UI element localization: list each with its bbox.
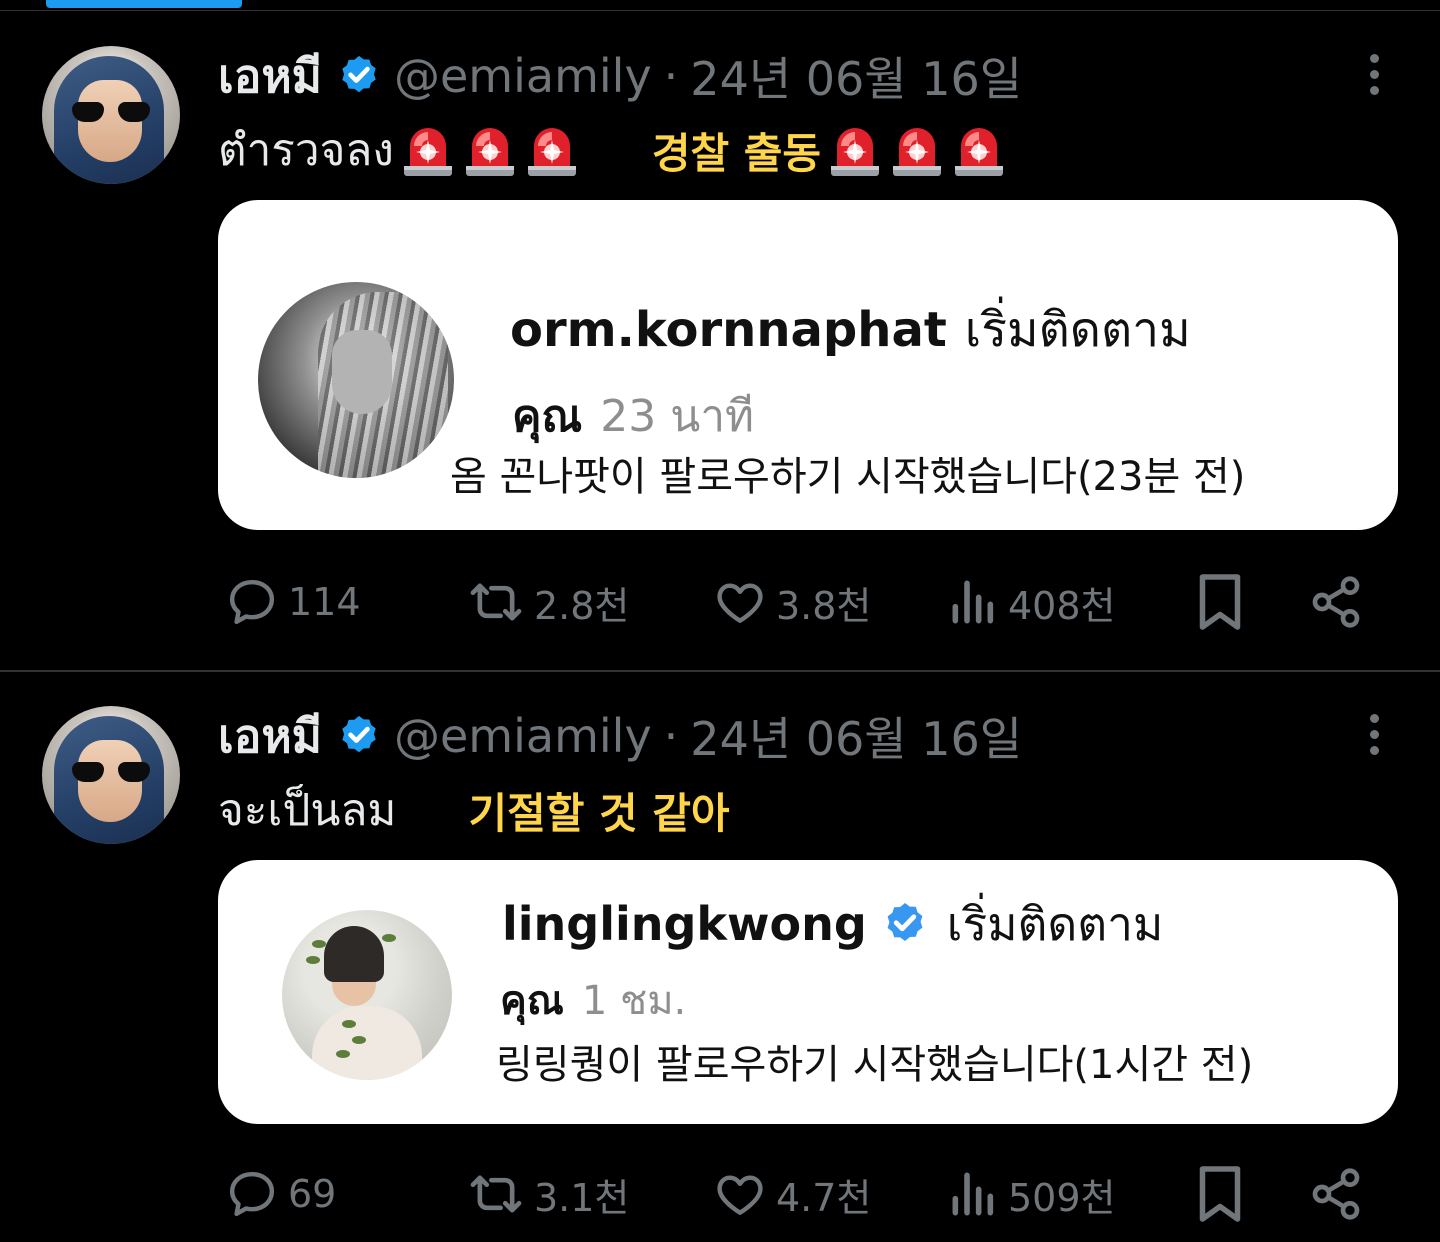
card-korean-caption: 링링퀑이 팔로우하기 시작했습니다(1시간 전): [496, 1042, 1254, 1088]
like-button[interactable]: 4.7천: [712, 1164, 871, 1224]
separator-dot: ·: [663, 709, 679, 763]
views-button[interactable]: 408천: [948, 572, 1116, 632]
avatar[interactable]: [42, 706, 180, 844]
like-count: 3.8천: [776, 583, 872, 628]
like-icon: [717, 583, 763, 623]
siren-emoji-icon: [955, 128, 1004, 176]
views-count: 509천: [1008, 1175, 1116, 1220]
avatar[interactable]: [42, 46, 180, 184]
reply-button[interactable]: 69: [224, 1164, 336, 1224]
siren-emoji-icon: [831, 128, 880, 176]
tweet-date[interactable]: 24년 06월 16일: [690, 43, 1022, 109]
like-icon: [717, 1175, 763, 1215]
retweet-button[interactable]: 2.8천: [466, 572, 629, 632]
reply-count: 69: [288, 1172, 337, 1216]
share-button[interactable]: [1308, 572, 1364, 632]
tweet-text: ตำรวจลง 경찰 출동: [218, 118, 1007, 182]
share-icon: [1312, 1168, 1360, 1220]
korean-translation: 기절할 것 같아: [468, 788, 730, 838]
card-follow-line: linglingkwong เริ่มติดตาม: [502, 896, 1163, 952]
author-handle[interactable]: @emiamily: [394, 49, 652, 103]
card-subject: คุณ: [500, 978, 564, 1024]
share-icon: [1312, 576, 1360, 628]
more-icon[interactable]: [1364, 714, 1384, 762]
retweet-count: 3.1천: [534, 1175, 630, 1220]
verified-badge-icon: [887, 903, 923, 941]
author-handle[interactable]: @emiamily: [394, 709, 652, 763]
card-time: 23 นาที: [600, 391, 755, 442]
card-avatar: [258, 282, 454, 478]
bookmark-icon: [1199, 574, 1241, 630]
reply-icon: [229, 1171, 275, 1217]
tweet[interactable]: เอหมี @emiamily · 24년 06월 16일 จะเป็นลม 기…: [0, 672, 1440, 1242]
retweet-count: 2.8천: [534, 583, 630, 628]
views-button[interactable]: 509천: [948, 1164, 1116, 1224]
author-name[interactable]: เอหมี: [218, 40, 322, 113]
card-username: linglingkwong: [502, 897, 867, 951]
tweet-text-thai: จะเป็นลม: [218, 785, 397, 836]
bookmark-button[interactable]: [1194, 1164, 1246, 1224]
tweet-text: จะเป็นลม 기절할 것 같아: [218, 778, 730, 842]
siren-emoji-icon: [403, 128, 452, 176]
tweet-actions: 69 3.1천 4.7천 509천: [218, 1164, 1378, 1224]
card-follow-action: เริ่มติดตาม: [946, 896, 1164, 951]
siren-emoji-icon: [527, 128, 576, 176]
divider: [0, 10, 1440, 11]
tweet-date[interactable]: 24년 06월 16일: [690, 703, 1022, 769]
views-icon: [952, 1172, 994, 1216]
korean-translation: 경찰 출동: [651, 128, 822, 178]
card-subject: คุณ: [512, 391, 583, 442]
tweet-header: เอหมี @emiamily · 24년 06월 16일: [218, 43, 1022, 109]
like-count: 4.7천: [776, 1175, 872, 1220]
views-count: 408천: [1008, 583, 1116, 628]
embedded-image-card[interactable]: linglingkwong เริ่มติดตาม คุณ 1 ชม. 링링퀑이…: [218, 860, 1398, 1124]
reply-button[interactable]: 114: [224, 572, 361, 632]
tweet-actions: 114 2.8천 3.8천 408천: [218, 572, 1378, 632]
siren-emoji-icon: [465, 128, 514, 176]
share-button[interactable]: [1308, 1164, 1364, 1224]
author-name[interactable]: เอหมี: [218, 700, 322, 773]
retweet-icon: [470, 1175, 522, 1213]
card-avatar: [282, 910, 452, 1080]
views-icon: [952, 580, 994, 624]
tweet-header: เอหมี @emiamily · 24년 06월 16일: [218, 703, 1022, 769]
bookmark-button[interactable]: [1194, 572, 1246, 632]
card-follow-line: orm.kornnaphat เริ่มติดตาม: [510, 300, 1191, 360]
tweet[interactable]: เอหมี @emiamily · 24년 06월 16일 ตำรวจลง 경찰…: [0, 12, 1440, 670]
retweet-icon: [470, 583, 522, 621]
retweet-button[interactable]: 3.1천: [466, 1164, 629, 1224]
tweet-text-thai: ตำรวจลง: [218, 125, 394, 176]
reply-count: 114: [288, 580, 361, 624]
card-time-line: คุณ 1 ชม.: [500, 974, 686, 1026]
separator-dot: ·: [663, 49, 679, 103]
tab-indicator: [46, 0, 242, 8]
bookmark-icon: [1199, 1166, 1241, 1222]
card-follow-action: เริ่มติดตาม: [964, 302, 1191, 358]
more-icon[interactable]: [1364, 54, 1384, 102]
card-korean-caption: 옴 꼰나팟이 팔로우하기 시작했습니다(23분 전): [450, 454, 1246, 500]
siren-emoji-icon: [893, 128, 942, 176]
card-time: 1 ชม.: [581, 978, 687, 1024]
verified-badge-icon: [342, 715, 376, 753]
embedded-image-card[interactable]: orm.kornnaphat เริ่มติดตาม คุณ 23 นาที 옴…: [218, 200, 1398, 530]
verified-badge-icon: [342, 55, 376, 93]
like-button[interactable]: 3.8천: [712, 572, 871, 632]
card-username: orm.kornnaphat: [510, 302, 947, 358]
reply-icon: [229, 579, 275, 625]
card-time-line: คุณ 23 นาที: [512, 388, 754, 444]
